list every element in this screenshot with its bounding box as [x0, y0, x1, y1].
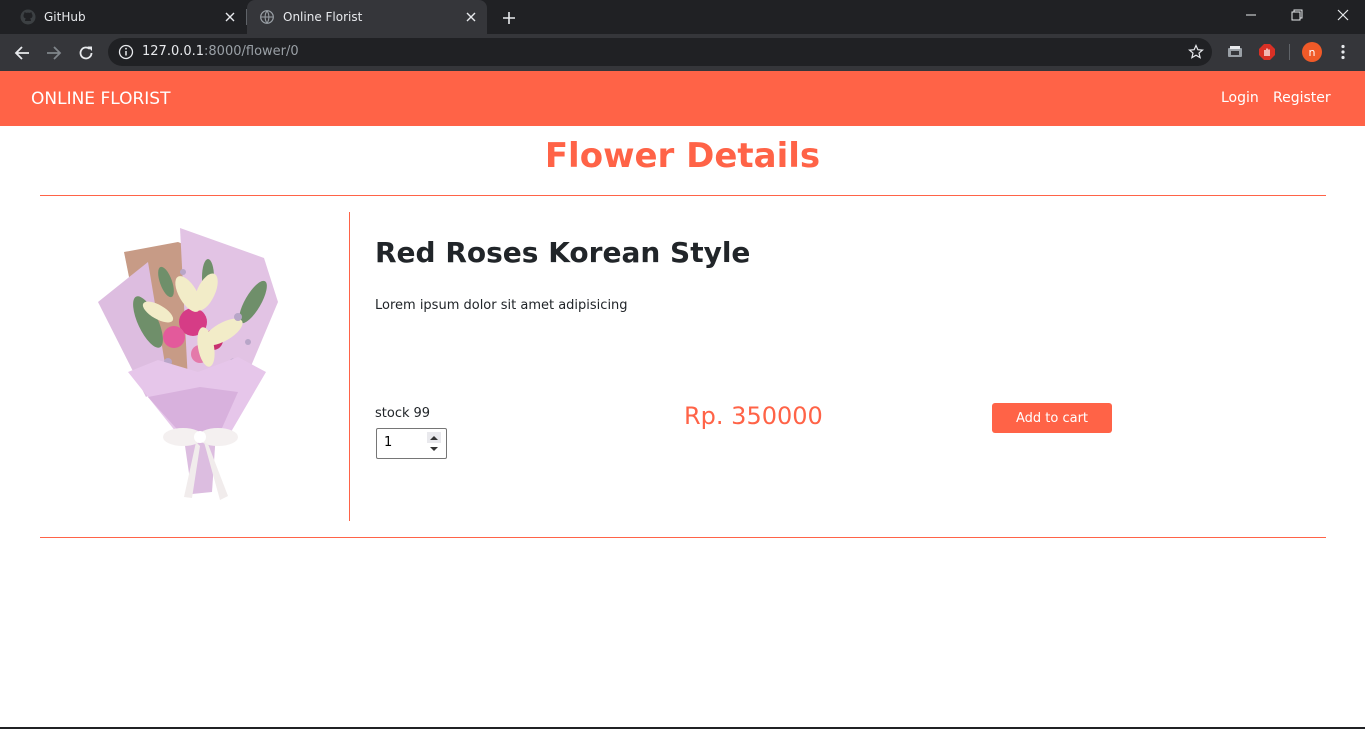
url-text: 127.0.0.1:8000/flower/0: [142, 44, 299, 59]
bookmark-star-icon[interactable]: [1188, 44, 1204, 60]
cast-extension-icon[interactable]: [1225, 42, 1245, 62]
quantity-value: 1: [384, 435, 393, 450]
stock-label: stock: [375, 406, 410, 421]
login-link[interactable]: Login: [1221, 90, 1259, 106]
spinner-arrows-icon[interactable]: [427, 432, 441, 455]
top-divider: [40, 195, 1326, 196]
profile-avatar[interactable]: n: [1302, 42, 1322, 62]
bottom-divider: [40, 537, 1326, 538]
product-price: Rp. 350000: [684, 402, 823, 430]
stock-value: 99: [413, 406, 431, 421]
brand-link[interactable]: ONLINE FLORIST: [31, 89, 170, 109]
add-to-cart-button[interactable]: Add to cart: [992, 403, 1112, 433]
close-tab-icon[interactable]: [222, 9, 238, 25]
product-name: Red Roses Korean Style: [375, 236, 751, 269]
menu-kebab-icon[interactable]: [1333, 42, 1353, 62]
restore-icon[interactable]: [1274, 0, 1320, 30]
register-link[interactable]: Register: [1273, 90, 1331, 106]
tab-strip: GitHub Online Florist: [0, 0, 1365, 34]
tab-title: GitHub: [44, 10, 86, 24]
tab-online-florist[interactable]: Online Florist: [247, 0, 487, 34]
tab-title: Online Florist: [283, 10, 363, 24]
site-navbar: ONLINE FLORIST Login Register: [0, 71, 1365, 126]
close-window-icon[interactable]: [1320, 0, 1365, 30]
url-path: :8000/flower/0: [204, 44, 299, 59]
adblock-extension-icon[interactable]: [1257, 42, 1277, 62]
github-icon: [20, 9, 36, 25]
minimize-icon[interactable]: [1228, 0, 1274, 30]
back-icon[interactable]: [9, 40, 35, 66]
page-title: Flower Details: [544, 136, 821, 176]
site-info-icon[interactable]: [118, 44, 134, 60]
close-tab-icon[interactable]: [463, 9, 479, 25]
tab-github[interactable]: GitHub: [0, 0, 246, 34]
forward-icon[interactable]: [41, 40, 67, 66]
vertical-divider: [349, 212, 350, 521]
url-host: 127.0.0.1: [142, 44, 205, 59]
product-description: Lorem ipsum dolor sit amet adipisicing: [375, 298, 628, 313]
new-tab-icon[interactable]: [499, 8, 519, 28]
toolbar-divider: [1289, 44, 1290, 60]
stock-info: stock 99: [375, 406, 430, 421]
globe-icon: [259, 9, 275, 25]
flower-bouquet-image: [88, 222, 308, 514]
quantity-stepper[interactable]: 1: [376, 428, 447, 459]
address-bar[interactable]: 127.0.0.1:8000/flower/0: [108, 38, 1212, 66]
reload-icon[interactable]: [73, 40, 99, 66]
